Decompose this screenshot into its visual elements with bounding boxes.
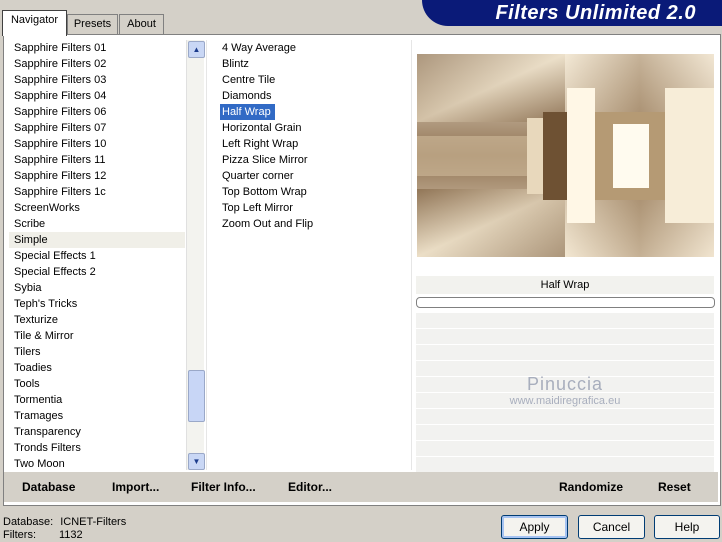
category-item[interactable]: Simple [9,232,185,248]
parameter-slot [416,457,714,473]
category-item[interactable]: Sybia [9,280,185,296]
scroll-thumb[interactable] [188,370,205,422]
parameter-slot [416,409,714,425]
filter-item[interactable]: Centre Tile [217,72,407,88]
category-scrollbar[interactable]: ▲ ▼ [186,40,205,470]
category-item[interactable]: Special Effects 2 [9,264,185,280]
filter-item[interactable]: Pizza Slice Mirror [217,152,407,168]
category-item[interactable]: Sapphire Filters 10 [9,136,185,152]
category-item[interactable]: Transparency [9,424,185,440]
category-item[interactable]: Sapphire Filters 12 [9,168,185,184]
parameter-slot [416,329,714,345]
filter-list: 4 Way Average Blintz Centre Tile Diamonds Ha… [217,40,407,232]
filters-label: Filters: [3,529,36,541]
action-bar: Database Import... Filter Info... Editor… [4,472,718,502]
category-item[interactable]: Sapphire Filters 11 [9,152,185,168]
filter-item[interactable]: 4 Way Average [217,40,407,56]
selected-filter-label[interactable]: Half Wrap [220,104,275,120]
category-item[interactable]: Tile & Mirror [9,328,185,344]
app-title: Filters Unlimited 2.0 [495,2,696,24]
parameter-slot [416,441,714,457]
category-item[interactable]: Two Moon [9,456,185,472]
divider [411,40,412,470]
watermark-name: Pinuccia [526,374,604,394]
progress-bar [416,297,715,308]
category-item[interactable]: Texturize [9,312,185,328]
randomize-link[interactable]: Randomize [559,480,623,494]
category-item[interactable]: Sapphire Filters 07 [9,120,185,136]
editor-link[interactable]: Editor... [288,480,332,494]
filters-status: Filters: 1132 [3,529,83,541]
database-status: Database: ICNET-Filters [3,516,126,528]
parameter-slot [416,313,714,329]
category-item[interactable]: Sapphire Filters 03 [9,72,185,88]
category-item[interactable]: Special Effects 1 [9,248,185,264]
tab-strip: Navigator Presets About [0,0,420,36]
filter-item[interactable]: Horizontal Grain [217,120,407,136]
filter-item[interactable]: Blintz [217,56,407,72]
category-item[interactable]: Tilers [9,344,185,360]
category-item[interactable]: Tools [9,376,185,392]
scroll-down-button[interactable]: ▼ [188,453,205,470]
category-item[interactable]: Sapphire Filters 04 [9,88,185,104]
parameter-slot [416,425,714,441]
apply-button[interactable]: Apply [501,515,568,539]
tab-presets[interactable]: Presets [67,14,118,34]
category-item[interactable]: Scribe [9,216,185,232]
help-button[interactable]: Help [654,515,720,539]
category-item[interactable]: Tronds Filters [9,440,185,456]
filter-item[interactable]: Half Wrap [217,104,407,120]
tab-navigator[interactable]: Navigator [2,10,67,36]
category-item[interactable]: Sapphire Filters 06 [9,104,185,120]
preview-filter-name: Half Wrap [416,276,714,294]
category-item[interactable]: ScreenWorks [9,200,185,216]
import-link[interactable]: Import... [112,480,159,494]
filter-item[interactable]: Left Right Wrap [217,136,407,152]
category-item[interactable]: Tramages [9,408,185,424]
category-item[interactable]: Sapphire Filters 01 [9,40,185,56]
database-link[interactable]: Database [22,480,75,494]
category-item[interactable]: Sapphire Filters 1c [9,184,185,200]
parameter-slot [416,345,714,361]
filter-preview-image [417,54,714,257]
watermark-url: www.maidiregrafica.eu [509,395,621,407]
filter-info-link[interactable]: Filter Info... [191,480,256,494]
filters-count: 1132 [59,529,83,541]
tab-about[interactable]: About [119,14,164,34]
filter-item[interactable]: Diamonds [217,88,407,104]
category-list: Sapphire Filters 01 Sapphire Filters 02 Sa… [9,40,185,472]
category-item[interactable]: Teph's Tricks [9,296,185,312]
database-label: Database: [3,516,54,528]
filter-item[interactable]: Top Left Mirror [217,200,407,216]
category-item[interactable]: Sapphire Filters 02 [9,56,185,72]
scroll-up-button[interactable]: ▲ [188,41,205,58]
filter-item[interactable]: Zoom Out and Flip [217,216,407,232]
title-banner: Filters Unlimited 2.0 [422,0,722,26]
reset-link[interactable]: Reset [658,480,691,494]
database-value: ICNET-Filters [60,516,127,528]
filter-item[interactable]: Quarter corner [217,168,407,184]
category-item[interactable]: Toadies [9,360,185,376]
cancel-button[interactable]: Cancel [578,515,645,539]
watermark: Pinuccia www.maidiregrafica.eu [470,374,660,407]
category-item[interactable]: Tormentia [9,392,185,408]
filter-item[interactable]: Top Bottom Wrap [217,184,407,200]
divider [206,40,207,470]
